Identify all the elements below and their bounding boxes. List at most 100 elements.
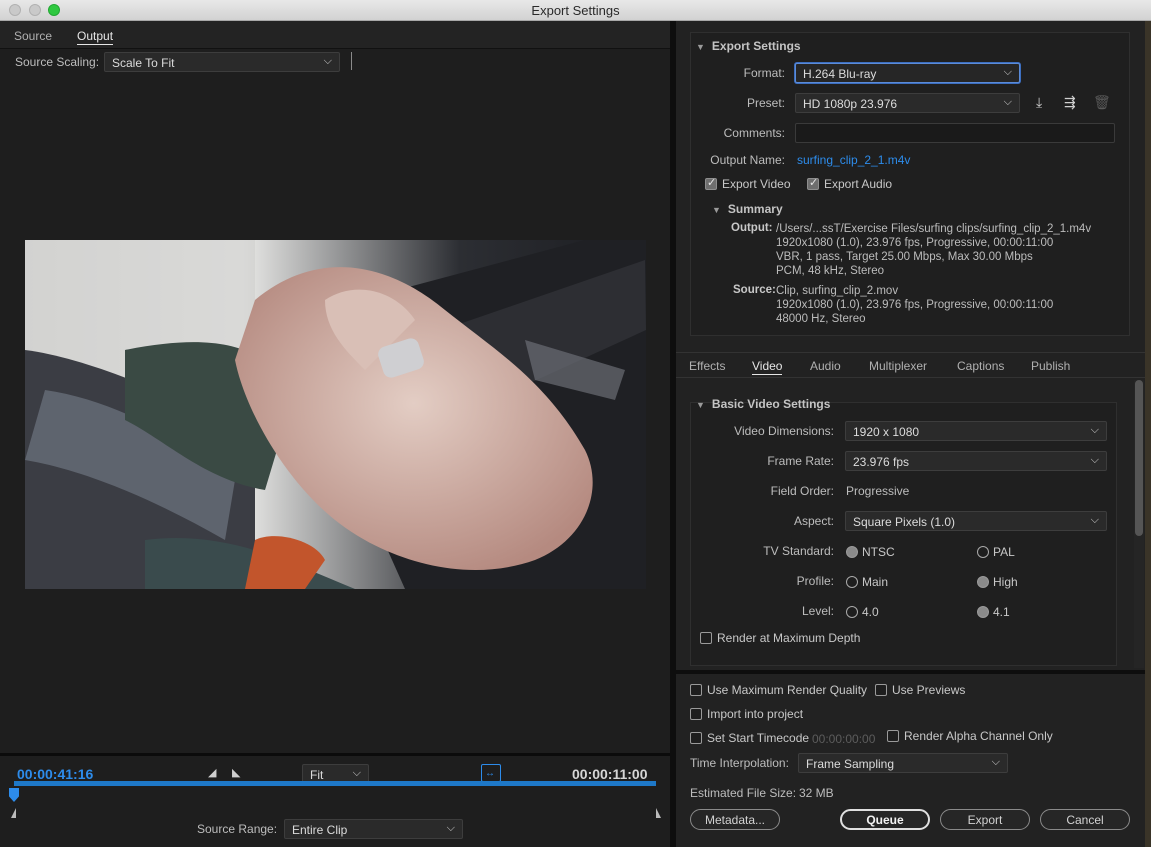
chevron-down-icon: ⌵ — [1003, 66, 1012, 78]
import-preset-icon[interactable]: ⇶ — [1064, 94, 1076, 111]
time-interpolation-dropdown[interactable]: Frame Sampling ⌵ — [798, 753, 1008, 773]
tab-multiplexer[interactable]: Multiplexer — [869, 359, 927, 373]
preset-value: HD 1080p 23.976 — [803, 97, 898, 111]
out-point-marker[interactable] — [656, 808, 666, 818]
profile-high-radio[interactable]: High — [977, 575, 1018, 589]
tab-effects[interactable]: Effects — [689, 359, 725, 373]
tab-source[interactable]: Source — [14, 29, 52, 43]
preset-dropdown[interactable]: HD 1080p 23.976 ⌵ — [795, 93, 1020, 113]
use-previews-checkbox[interactable]: Use Previews — [875, 683, 965, 697]
high-label: High — [993, 575, 1018, 589]
aspect-correction-icon[interactable]: ↔ — [481, 764, 501, 782]
start-timecode-value[interactable]: 00:00:00:00 — [812, 732, 875, 746]
summary-output-line: PCM, 48 kHz, Stereo — [776, 265, 885, 277]
export-video-checkbox[interactable]: Export Video — [705, 176, 791, 191]
source-range-dropdown[interactable]: Entire Clip ⌵ — [284, 819, 463, 839]
summary-heading[interactable]: ▼ Summary — [712, 202, 783, 216]
chevron-down-icon: ⌵ — [1090, 454, 1099, 466]
summary-output-key: Output: — [731, 222, 773, 234]
checkbox-unchecked-icon — [690, 684, 702, 696]
source-range-label: Source Range: — [197, 822, 278, 836]
tv-standard-pal-radio[interactable]: PAL — [977, 545, 1015, 559]
chevron-down-icon: ⌵ — [323, 55, 332, 67]
max-render-quality-checkbox[interactable]: Use Maximum Render Quality — [690, 683, 867, 697]
tab-publish[interactable]: Publish — [1031, 359, 1070, 373]
checkbox-unchecked-icon — [887, 730, 899, 742]
summary-output-line: 1920x1080 (1.0), 23.976 fps, Progressive… — [776, 237, 1054, 249]
alpha-only-label: Render Alpha Channel Only — [904, 729, 1053, 743]
delete-preset-icon[interactable]: 🗑 — [1093, 94, 1111, 111]
summary-source-line: 48000 Hz, Stereo — [776, 313, 866, 325]
tab-audio[interactable]: Audio — [810, 359, 841, 373]
aspect-label: Aspect: — [793, 514, 834, 528]
set-in-point-icon[interactable]: ◢ — [208, 766, 216, 779]
import-into-project-label: Import into project — [707, 707, 804, 721]
chevron-down-icon: ⌵ — [352, 767, 361, 779]
source-scaling-dropdown[interactable]: Scale To Fit ⌵ — [104, 52, 340, 72]
export-button[interactable]: Export — [940, 809, 1030, 830]
comments-input[interactable] — [795, 123, 1115, 143]
import-into-project-checkbox[interactable]: Import into project — [690, 707, 803, 721]
radio-selected-icon — [846, 546, 858, 558]
alpha-only-checkbox[interactable]: Render Alpha Channel Only — [887, 729, 1053, 743]
set-out-point-icon[interactable]: ◣ — [232, 766, 240, 779]
ntsc-label: NTSC — [862, 545, 895, 559]
start-timecode-checkbox[interactable]: Set Start Timecode — [690, 731, 809, 745]
preset-label: Preset: — [746, 96, 785, 110]
timeline-bar[interactable] — [14, 781, 656, 786]
chevron-down-icon: ⌵ — [446, 822, 455, 834]
profile-main-radio[interactable]: Main — [846, 575, 888, 589]
radio-unselected-icon — [846, 606, 858, 618]
metadata-button[interactable]: Metadata... — [690, 809, 780, 830]
level-4-0-label: 4.0 — [862, 605, 879, 619]
basic-video-settings-heading[interactable]: ▼ Basic Video Settings — [696, 397, 830, 411]
comments-label: Comments: — [723, 126, 785, 140]
export-settings-heading[interactable]: ▼ Export Settings — [696, 39, 801, 53]
max-render-quality-label: Use Maximum Render Quality — [707, 683, 868, 697]
export-audio-label: Export Audio — [824, 177, 893, 191]
current-timecode[interactable]: 00:00:41:16 — [17, 766, 93, 782]
chevron-down-icon: ⌵ — [1003, 96, 1012, 108]
checkbox-checked-icon — [705, 176, 717, 190]
basic-video-settings-panel — [690, 402, 1117, 666]
tab-captions[interactable]: Captions — [957, 359, 1004, 373]
duration-timecode: 00:00:11:00 — [572, 766, 648, 782]
start-timecode-label: Set Start Timecode — [707, 731, 810, 745]
crop-divider — [351, 52, 352, 70]
disclosure-triangle-icon: ▼ — [696, 42, 705, 52]
frame-rate-dropdown[interactable]: 23.976 fps ⌵ — [845, 451, 1107, 471]
tv-standard-ntsc-radio[interactable]: NTSC — [846, 545, 895, 559]
format-label: Format: — [743, 66, 785, 80]
window-title: Export Settings — [531, 3, 620, 18]
output-name-link[interactable]: surfing_clip_2_1.m4v — [797, 153, 910, 167]
queue-button[interactable]: Queue — [840, 809, 930, 830]
field-order-value: Progressive — [846, 484, 910, 498]
aspect-value: Square Pixels (1.0) — [853, 515, 956, 529]
tab-output[interactable]: Output — [77, 29, 114, 45]
save-preset-icon[interactable]: ⤓ — [1036, 94, 1042, 111]
radio-unselected-icon — [846, 576, 858, 588]
source-scaling-value: Scale To Fit — [112, 56, 175, 70]
format-dropdown[interactable]: H.264 Blu-ray ⌵ — [795, 63, 1020, 83]
disclosure-triangle-icon: ▼ — [696, 400, 705, 410]
summary-source-line: 1920x1080 (1.0), 23.976 fps, Progressive… — [776, 299, 1054, 311]
checkbox-unchecked-icon — [690, 708, 702, 720]
video-dimensions-dropdown[interactable]: 1920 x 1080 ⌵ — [845, 421, 1107, 441]
radio-selected-icon — [977, 606, 989, 618]
tab-video[interactable]: Video — [752, 359, 783, 375]
in-point-marker[interactable] — [6, 808, 16, 818]
cancel-button[interactable]: Cancel — [1040, 809, 1130, 830]
summary-output-line: /Users/...ssT/Exercise Files/surfing cli… — [776, 223, 1092, 235]
output-name-label: Output Name: — [710, 153, 785, 167]
settings-scrollbar-thumb[interactable] — [1135, 380, 1143, 536]
chevron-down-icon: ⌵ — [1090, 424, 1099, 436]
export-audio-checkbox[interactable]: Export Audio — [807, 176, 893, 191]
frame-rate-label: Frame Rate: — [767, 454, 834, 468]
level-4-0-radio[interactable]: 4.0 — [846, 605, 879, 619]
footer-divider — [676, 670, 1145, 674]
title-bar: Export Settings — [0, 0, 1151, 21]
format-value: H.264 Blu-ray — [803, 67, 877, 81]
level-4-1-radio[interactable]: 4.1 — [977, 605, 1010, 619]
render-max-depth-checkbox[interactable]: Render at Maximum Depth — [700, 631, 860, 645]
aspect-dropdown[interactable]: Square Pixels (1.0) ⌵ — [845, 511, 1107, 531]
